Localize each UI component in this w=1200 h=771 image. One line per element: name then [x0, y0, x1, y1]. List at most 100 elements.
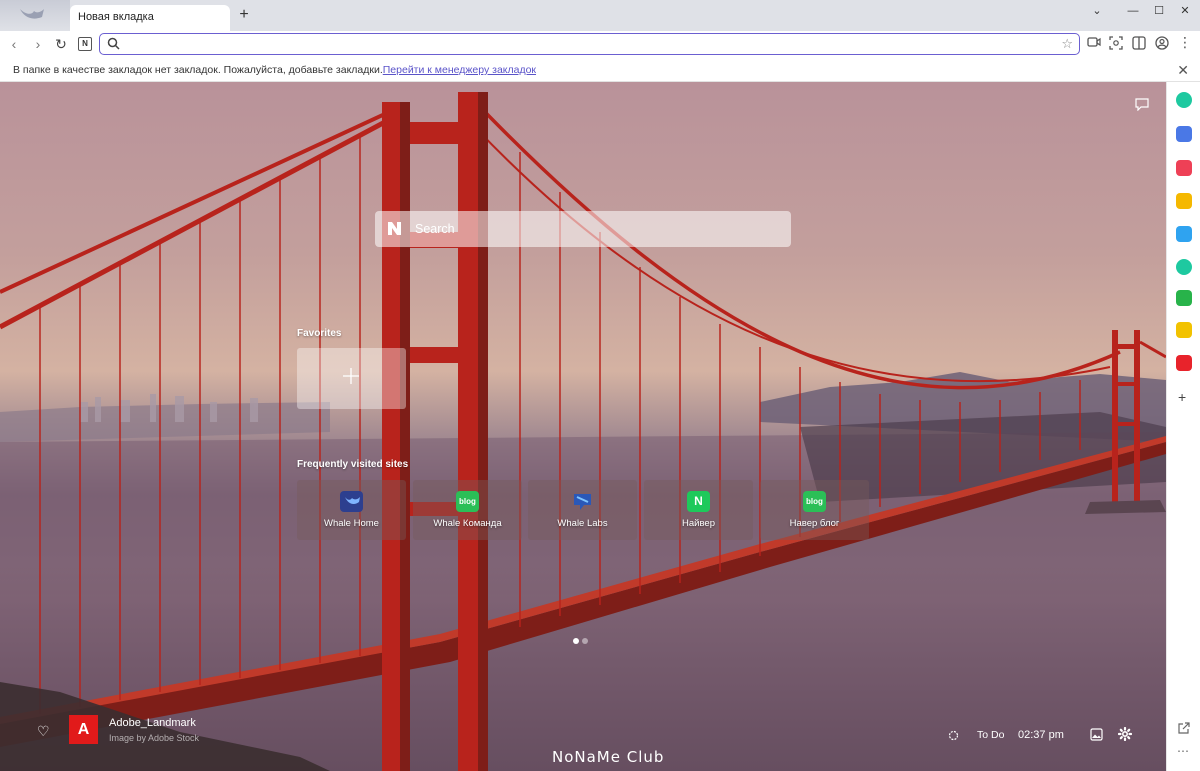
naver-n-logo-icon: [388, 222, 401, 235]
split-view-icon: [1132, 36, 1146, 50]
minimize-button[interactable]: —: [1122, 4, 1144, 18]
bookmarks-empty-message: В папке в качестве закладок нет закладок…: [13, 64, 383, 76]
sidebar-app-star-icon[interactable]: [1176, 193, 1192, 209]
naver-icon: N: [687, 491, 710, 512]
focus-timer-button[interactable]: [948, 730, 959, 744]
site-tile-label: Навер блог: [789, 518, 840, 529]
profile-button[interactable]: [1154, 36, 1170, 52]
settings-button[interactable]: [1117, 726, 1133, 744]
naver-search-box[interactable]: Search: [375, 211, 791, 247]
close-window-button[interactable]: ✕: [1174, 4, 1196, 18]
forward-arrow-icon: ›: [35, 36, 41, 52]
video-button[interactable]: [1086, 36, 1102, 52]
blog-icon: blog: [803, 491, 826, 512]
profile-icon: [1155, 36, 1169, 50]
naver-home-button[interactable]: N: [78, 37, 92, 51]
whale-logo-icon: [20, 9, 44, 19]
tab-new-tab[interactable]: Новая вкладка: [70, 5, 230, 31]
screenshot-icon: [1109, 36, 1123, 50]
labs-icon: [571, 491, 594, 512]
forward-button[interactable]: ›: [30, 36, 46, 52]
site-tile-whale-home[interactable]: Whale Home: [297, 480, 406, 540]
heart-icon: ♡: [37, 723, 50, 739]
site-tile-label: Найвер: [682, 518, 715, 529]
wallpaper-title[interactable]: Adobe_Landmark: [109, 717, 196, 729]
todo-button[interactable]: To Do: [977, 729, 1004, 741]
image-icon: [1090, 728, 1103, 741]
wallpaper-credit: Image by Adobe Stock: [109, 733, 200, 743]
page-dot-active[interactable]: [573, 638, 579, 644]
close-icon: ✕: [1177, 62, 1189, 78]
more-vertical-icon: ⋮: [1178, 34, 1192, 50]
new-tab-page: Search Favorites Frequently visited site…: [0, 82, 1166, 771]
whale-logo: [0, 0, 70, 31]
menu-button[interactable]: ⋮: [1177, 34, 1193, 52]
plus-icon: +: [239, 6, 249, 23]
site-tile-naver-blog[interactable]: blog Навер блог: [760, 480, 869, 540]
bookmark-manager-link[interactable]: Перейти к менеджеру закладок: [383, 64, 536, 76]
site-tile-label: Whale Labs: [557, 518, 608, 529]
sidebar-app-play-icon[interactable]: [1176, 259, 1192, 275]
minimize-icon: —: [1127, 5, 1139, 17]
split-view-button[interactable]: [1131, 36, 1147, 52]
whale-icon: [340, 491, 363, 512]
chevron-down-icon: ⌄: [1092, 5, 1102, 17]
site-tile-whale-team[interactable]: blog Whale Команда: [413, 480, 522, 540]
add-favorite-button[interactable]: [297, 348, 406, 409]
tab-list-button[interactable]: ⌄: [1086, 4, 1108, 18]
sidebar-add-button[interactable]: +: [1178, 389, 1186, 405]
background-photo: [0, 92, 1166, 771]
page-dot[interactable]: [582, 638, 588, 644]
new-tab-button[interactable]: +: [236, 6, 252, 24]
page-indicator: [573, 633, 591, 647]
site-tile-whale-labs[interactable]: Whale Labs: [528, 480, 637, 540]
sidebar-app-pocket-icon[interactable]: [1176, 160, 1192, 176]
blog-icon: blog: [456, 491, 479, 512]
site-tile-label: Whale Home: [324, 518, 379, 529]
address-bar[interactable]: ☆: [99, 33, 1080, 55]
back-arrow-icon: ‹: [11, 36, 17, 52]
maximize-icon: ☐: [1154, 5, 1164, 17]
reload-button[interactable]: ↻: [53, 36, 69, 52]
site-tile-label: Whale Команда: [433, 518, 502, 529]
like-wallpaper-button[interactable]: ♡: [37, 723, 50, 740]
clock: 02:37 pm: [1018, 729, 1064, 741]
external-link-icon: [1178, 722, 1190, 734]
sidebar-app-now-icon[interactable]: [1176, 355, 1192, 371]
address-input[interactable]: [122, 36, 1042, 51]
search-icon: [107, 37, 120, 50]
close-icon: ✕: [1180, 5, 1190, 17]
sidebar-app-translate-icon[interactable]: [1176, 226, 1192, 242]
wallpaper-button[interactable]: [1090, 728, 1103, 744]
more-horizontal-icon: ⋯: [1177, 744, 1189, 758]
tab-title: Новая вкладка: [78, 11, 154, 23]
plus-icon: +: [1178, 389, 1187, 405]
watermark-text: NoNaMe Club: [552, 748, 665, 766]
capture-button[interactable]: [1108, 36, 1124, 52]
toolbar: ‹ › ↻ N ☆ ⋮: [0, 31, 1200, 58]
sidebar-app-green-circle-icon[interactable]: [1176, 92, 1192, 108]
sidebar-app-whale-space-icon[interactable]: [1176, 290, 1192, 306]
frequent-sites-heading: Frequently visited sites: [297, 459, 409, 470]
naver-n-icon: N: [82, 39, 88, 48]
chat-bubble-icon: [1135, 98, 1149, 112]
favorites-heading: Favorites: [297, 328, 342, 339]
plus-icon: [343, 368, 359, 384]
timer-icon: [948, 730, 959, 741]
sidebar-more-button[interactable]: ⋯: [1177, 744, 1189, 758]
search-placeholder: Search: [415, 222, 455, 236]
reload-icon: ↻: [55, 36, 67, 52]
notification-bubble-button[interactable]: [1134, 97, 1150, 114]
back-button[interactable]: ‹: [6, 36, 22, 52]
sidebar-open-external-button[interactable]: [1177, 722, 1190, 738]
sidebar: + ⋯: [1166, 82, 1200, 771]
maximize-button[interactable]: ☐: [1148, 4, 1170, 18]
bookmarks-bar: В папке в качестве закладок нет закладок…: [0, 58, 1200, 82]
sidebar-app-calendar-icon[interactable]: [1176, 126, 1192, 142]
bookmarks-bar-close-button[interactable]: ✕: [1177, 62, 1189, 79]
sidebar-app-memo-icon[interactable]: [1176, 322, 1192, 338]
bookmark-star-icon[interactable]: ☆: [1061, 36, 1073, 52]
site-tile-naver[interactable]: N Найвер: [644, 480, 753, 540]
adobe-logo-icon[interactable]: A: [69, 715, 98, 744]
gear-icon: [1117, 726, 1133, 742]
